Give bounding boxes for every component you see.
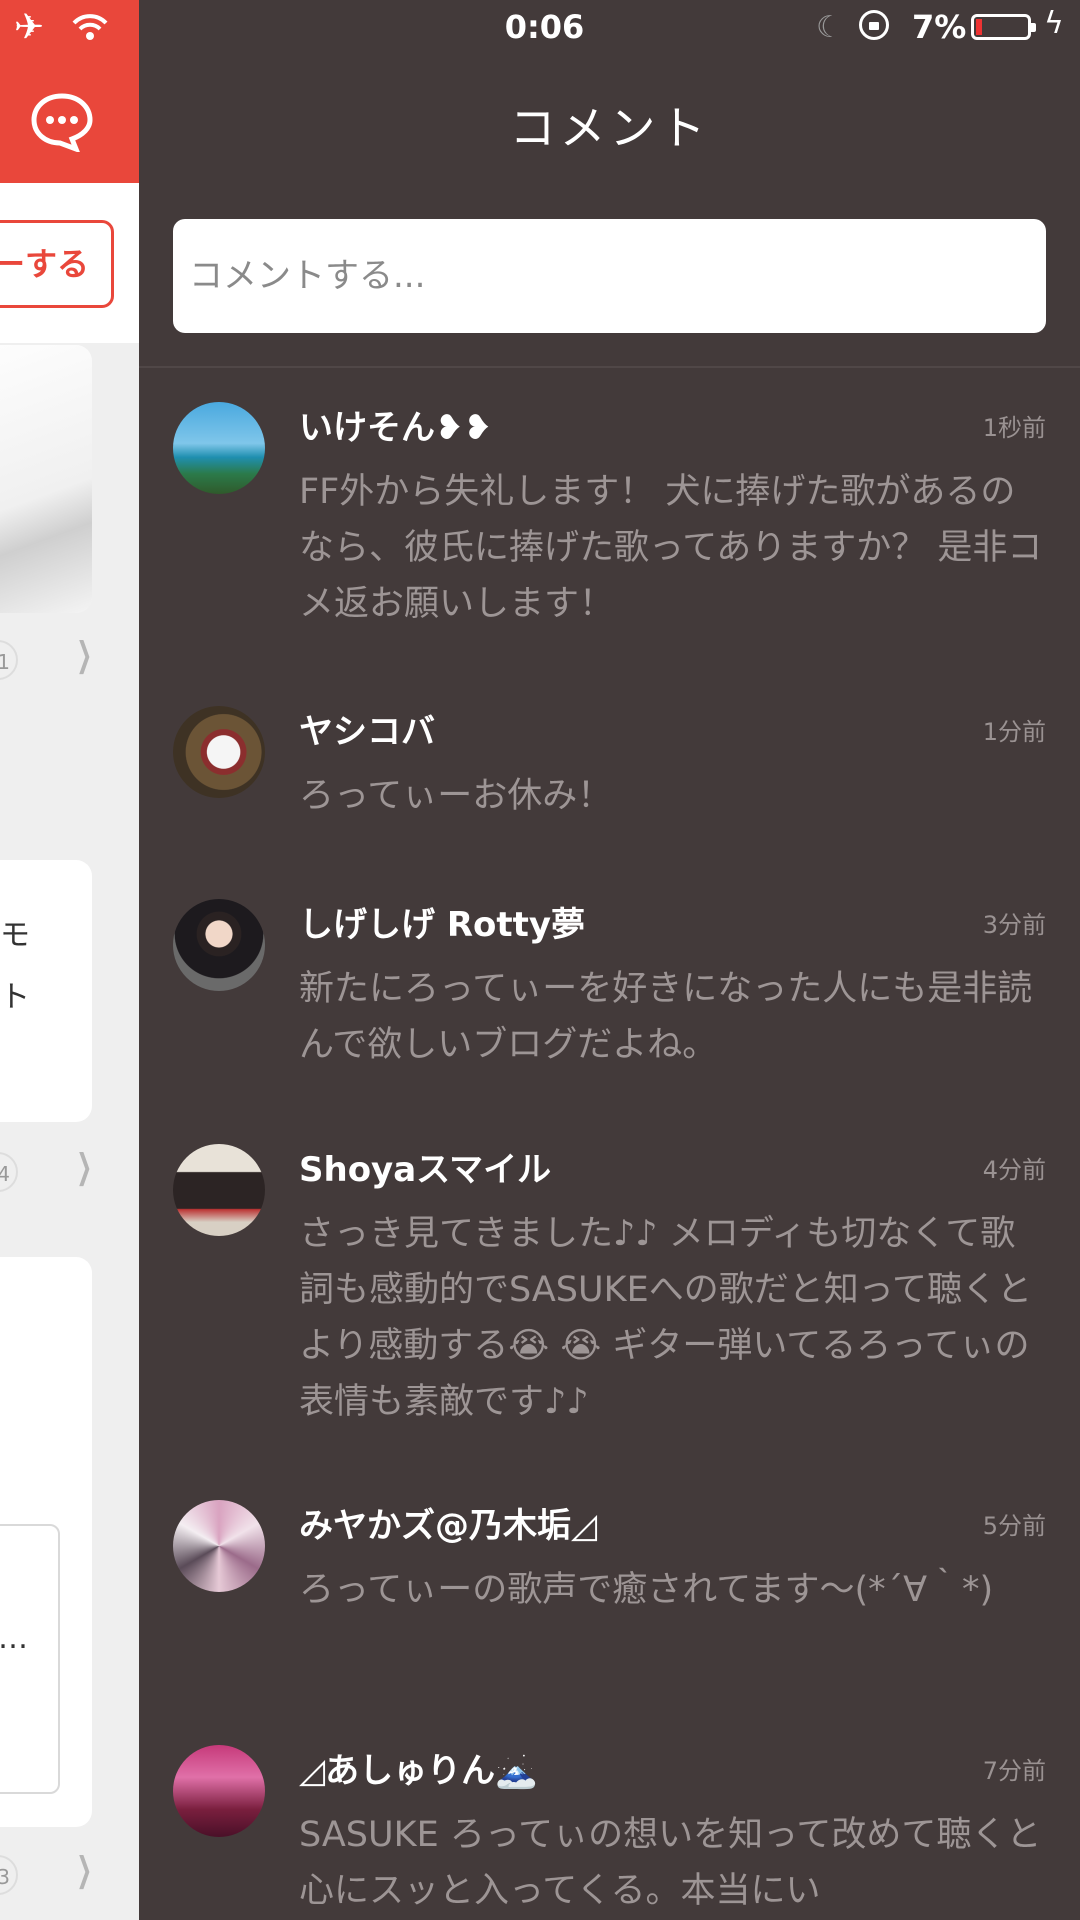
comment-text: FF外から失礼します！ 犬に捧げた歌があるのなら、彼氏に捧げた歌ってありますか？… bbox=[299, 472, 1043, 624]
background-card[interactable]: モ ト bbox=[0, 860, 92, 1122]
background-card[interactable]: … bbox=[0, 1257, 92, 1827]
divider bbox=[139, 366, 1080, 368]
comment-input[interactable] bbox=[173, 219, 1046, 333]
comment-author[interactable]: みヤかズ@乃木垢◿ bbox=[299, 1498, 597, 1547]
count-badge: 3 bbox=[0, 1855, 18, 1895]
chat-bubble-icon[interactable] bbox=[30, 92, 94, 152]
battery-icon bbox=[971, 14, 1036, 40]
comment-time: 1秒前 bbox=[982, 414, 1046, 442]
chevron-right-icon[interactable]: ❯ bbox=[76, 1147, 92, 1187]
comment-text: ろってぃーの歌声で癒されてます〜(*´∀｀*) bbox=[299, 1570, 994, 1610]
avatar[interactable] bbox=[173, 402, 265, 494]
panel-title: コメント bbox=[509, 101, 710, 155]
comment-author[interactable]: いけそん❥❥ bbox=[299, 400, 492, 449]
comment-time: 5分前 bbox=[982, 1512, 1046, 1540]
comment-time: 3分前 bbox=[982, 911, 1046, 939]
comment-time: 4分前 bbox=[982, 1156, 1046, 1184]
avatar[interactable] bbox=[173, 899, 265, 991]
comment-text: ろってぃーお休み！ bbox=[299, 776, 613, 816]
comment-author[interactable]: しげしげ Rotty夢 bbox=[299, 897, 585, 946]
count-badge: 1 bbox=[0, 640, 18, 680]
comment-text: さっき見てきました♪♪ メロディも切なくて歌詞も感動的でSASUKEへの歌だと知… bbox=[299, 1214, 1032, 1422]
wifi-icon bbox=[72, 14, 108, 40]
background-status-bar: ✈ bbox=[0, 0, 140, 56]
battery-percent: 7% bbox=[912, 8, 967, 46]
comment-author[interactable]: ◿あしゅりん🗻 bbox=[299, 1743, 537, 1792]
moon-icon: ☾ bbox=[816, 10, 843, 45]
rotation-lock-icon bbox=[859, 10, 889, 40]
avatar[interactable] bbox=[173, 1745, 265, 1837]
count-badge: 4 bbox=[0, 1152, 18, 1192]
card-inner-box: … bbox=[0, 1524, 60, 1794]
background-card[interactable] bbox=[0, 345, 92, 613]
comment-time: 7分前 bbox=[982, 1757, 1046, 1785]
chevron-right-icon[interactable]: ❯ bbox=[76, 1850, 92, 1890]
status-bar: 0:06 ☾ 7% ϟ bbox=[139, 0, 1080, 56]
follow-button[interactable]: ーする bbox=[0, 220, 114, 308]
comment-author[interactable]: Shoyaスマイル bbox=[299, 1142, 551, 1191]
comment-author[interactable]: ヤシコバ bbox=[299, 704, 435, 753]
comment-time: 1分前 bbox=[982, 718, 1046, 746]
avatar[interactable] bbox=[173, 1144, 265, 1236]
charging-bolt-icon: ϟ bbox=[1044, 6, 1064, 41]
avatar[interactable] bbox=[173, 1500, 265, 1592]
avatar[interactable] bbox=[173, 706, 265, 798]
airplane-icon: ✈ bbox=[14, 7, 45, 48]
card-photo bbox=[0, 345, 92, 613]
comment-panel: 0:06 ☾ 7% ϟ コメント いけそん❥❥ 1秒前 FF外から失礼します！ … bbox=[139, 0, 1080, 1920]
background-app: ✈ ーする 1 ❯ モ ト 4 ❯ … 3 ❯ bbox=[0, 0, 140, 1920]
card-text-fragment: … bbox=[0, 1621, 28, 1656]
card-text-fragment: ト bbox=[0, 980, 30, 1015]
comment-text: 新たにろってぃーを好きになった人にも是非読んで欲しいブログだよね。 bbox=[299, 969, 1033, 1065]
chevron-right-icon[interactable]: ❯ bbox=[76, 635, 92, 675]
card-text-fragment: モ bbox=[0, 918, 30, 953]
comment-text: SASUKE ろってぃの想いを知って改めて聴くと心にスッと入ってくる。本当にい bbox=[299, 1815, 1042, 1911]
